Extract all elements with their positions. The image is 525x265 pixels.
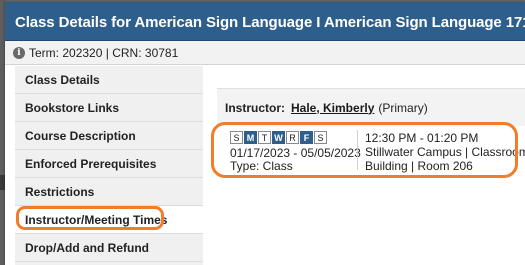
sidebar-item-class-details[interactable]: Class Details	[15, 66, 203, 94]
instructor-section: Instructor: Hale, Kimberly (Primary)	[217, 88, 525, 126]
sidebar-item-drop-add-refund[interactable]: Drop/Add and Refund	[15, 234, 203, 262]
class-details-dialog: Class Details for American Sign Language…	[5, 2, 525, 265]
day-wednesday: W	[272, 131, 285, 144]
day-thursday: R	[286, 131, 299, 144]
instructor-panel: Instructor: Hale, Kimberly (Primary)	[217, 88, 525, 126]
day-friday: F	[300, 131, 313, 144]
meeting-location-line1: Stillwater Campus | Classroom	[365, 145, 525, 159]
sidebar-item-instructor-meeting-times[interactable]: Instructor/Meeting Times	[15, 206, 203, 234]
term-crn-bar: i Term: 202320 | CRN: 30781	[5, 41, 525, 65]
dialog-titlebar: Class Details for American Sign Language…	[5, 2, 525, 41]
meeting-divider	[357, 130, 358, 170]
crn-value: 30781	[144, 45, 179, 60]
day-sunday: S	[230, 131, 243, 144]
crn-label: CRN:	[112, 45, 142, 60]
sidebar-nav: Class Details Bookstore Links Course Des…	[15, 66, 203, 265]
meeting-time: 12:30 PM - 01:20 PM	[365, 131, 479, 145]
meeting-dates: 01/17/2023 - 05/05/2023	[230, 146, 361, 160]
instructor-label: Instructor:	[225, 100, 285, 115]
sidebar-item-course-description[interactable]: Course Description	[15, 122, 203, 150]
day-tuesday: T	[258, 131, 271, 144]
separator: |	[105, 45, 109, 60]
meeting-days: S M T W R F S	[230, 131, 328, 144]
sidebar-item-restrictions[interactable]: Restrictions	[15, 178, 203, 206]
instructor-name-link[interactable]: Hale, Kimberly	[291, 101, 374, 115]
meeting-type: Type: Class	[230, 159, 293, 173]
sidebar-item-enforced-prerequisites[interactable]: Enforced Prerequisites	[15, 150, 203, 178]
day-saturday: S	[314, 131, 327, 144]
term-value: 202320	[62, 45, 103, 60]
info-icon: i	[13, 46, 25, 59]
meeting-time-block: S M T W R F S 01/17/2023 - 05/05/2023 Ty…	[217, 128, 525, 180]
day-monday: M	[244, 131, 257, 144]
term-label: Term:	[29, 45, 59, 60]
sidebar-item-bookstore-links[interactable]: Bookstore Links	[15, 94, 203, 122]
meeting-location-line2: Building | Room 206	[365, 159, 473, 173]
instructor-role: (Primary)	[378, 100, 428, 115]
dialog-title: Class Details for American Sign Language…	[15, 14, 525, 31]
